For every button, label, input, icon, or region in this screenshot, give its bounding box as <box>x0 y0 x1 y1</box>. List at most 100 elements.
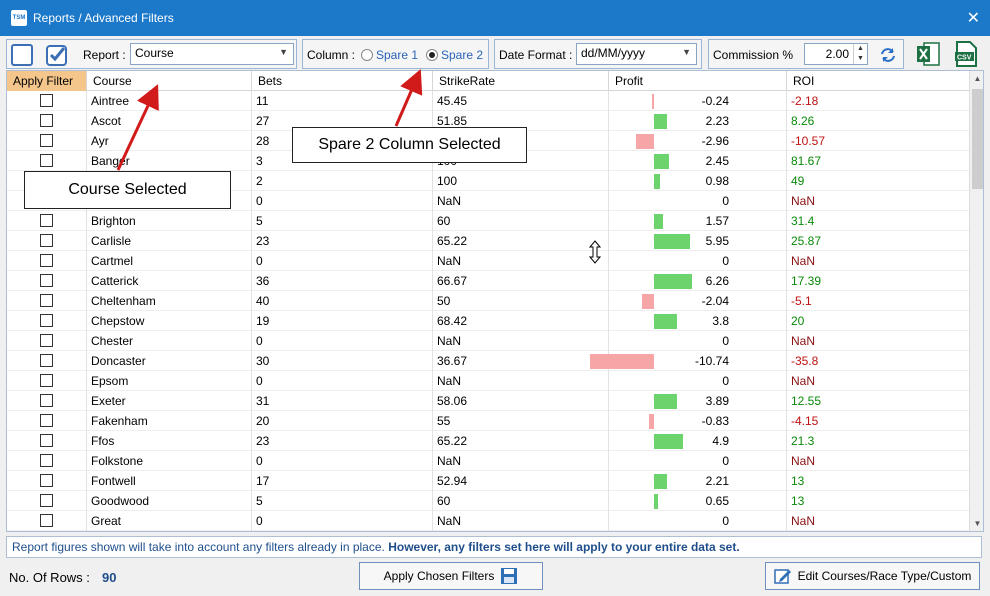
profit-cell: 5.95 <box>609 231 787 251</box>
apply-filter-checkbox[interactable] <box>40 454 53 467</box>
profit-value: -0.83 <box>701 414 729 428</box>
apply-filter-checkbox[interactable] <box>40 434 53 447</box>
profit-bar <box>654 474 668 489</box>
bets-cell: 5 <box>252 491 433 511</box>
strikerate-cell: 60 <box>433 211 609 231</box>
profit-bar <box>641 294 654 309</box>
column-label: Column : <box>307 48 356 62</box>
apply-filter-checkbox[interactable] <box>40 494 53 507</box>
apply-filter-checkbox[interactable] <box>40 154 53 167</box>
commission-input[interactable]: 2.00 ▲ ▼ <box>804 43 868 65</box>
apply-filter-checkbox[interactable] <box>40 334 53 347</box>
table-row[interactable]: Catterick 36 66.67 6.26 17.39 <box>7 271 969 291</box>
apply-filter-checkbox[interactable] <box>40 214 53 227</box>
table-row[interactable]: Chepstow 19 68.42 3.8 20 <box>7 311 969 331</box>
profit-cell: 6.26 <box>609 271 787 291</box>
table-row[interactable]: Carlisle 23 65.22 5.95 25.87 <box>7 231 969 251</box>
checkbox-empty-icon[interactable] <box>11 44 33 66</box>
apply-filter-checkbox[interactable] <box>40 254 53 267</box>
table-row[interactable]: Doncaster 30 36.67 -10.74 -35.8 <box>7 351 969 371</box>
close-icon[interactable]: ✕ <box>967 8 980 28</box>
course-cell: Chepstow <box>87 311 252 331</box>
strikerate-cell: NaN <box>433 371 609 391</box>
apply-filter-checkbox[interactable] <box>40 274 53 287</box>
header-strikerate[interactable]: StrikeRate <box>433 71 609 91</box>
profit-cell: -0.24 <box>609 91 787 111</box>
table-row[interactable]: Fontwell 17 52.94 2.21 13 <box>7 471 969 491</box>
apply-filter-checkbox[interactable] <box>40 94 53 107</box>
profit-bar <box>649 414 654 429</box>
apply-filter-checkbox[interactable] <box>40 354 53 367</box>
apply-filters-button[interactable]: Apply Chosen Filters <box>359 562 543 590</box>
header-profit[interactable]: Profit <box>609 71 787 91</box>
spare2-label[interactable]: Spare 2 <box>441 48 483 62</box>
apply-filter-cell <box>7 231 87 251</box>
report-select[interactable]: Course ▼ <box>130 43 294 65</box>
table-row[interactable]: Ffos 23 65.22 4.9 21.3 <box>7 431 969 451</box>
table-row[interactable]: Chester 0 NaN 0 NaN <box>7 331 969 351</box>
course-cell: Chester <box>87 331 252 351</box>
table-row[interactable]: Exeter 31 58.06 3.89 12.55 <box>7 391 969 411</box>
date-format-group: Date Format : dd/MM/yyyy ▼ <box>494 39 702 69</box>
profit-bar <box>636 134 654 149</box>
roi-cell: 13 <box>791 474 805 488</box>
apply-filter-checkbox[interactable] <box>40 394 53 407</box>
scroll-thumb[interactable] <box>972 89 983 189</box>
apply-filter-checkbox[interactable] <box>40 474 53 487</box>
apply-filter-cell <box>7 111 87 131</box>
table-row[interactable]: Brighton 5 60 1.57 31.4 <box>7 211 969 231</box>
spare2-radio[interactable] <box>426 49 438 61</box>
table-row[interactable]: Folkstone 0 NaN 0 NaN <box>7 451 969 471</box>
csv-icon[interactable]: CSV <box>954 41 978 67</box>
profit-cell: 0 <box>609 191 787 211</box>
strikerate-cell: 60 <box>433 491 609 511</box>
apply-filter-cell <box>7 471 87 491</box>
roi-cell: 25.87 <box>791 234 822 248</box>
spare1-radio[interactable] <box>361 49 373 61</box>
strikerate-cell: NaN <box>433 191 609 211</box>
apply-filter-cell <box>7 131 87 151</box>
profit-cell: 0 <box>609 331 787 351</box>
checkbox-checked-icon[interactable] <box>45 43 69 67</box>
strikerate-cell: 45.45 <box>433 91 609 111</box>
table-row[interactable]: Fakenham 20 55 -0.83 -4.15 <box>7 411 969 431</box>
scroll-up-icon[interactable]: ▲ <box>970 71 983 86</box>
header-bets[interactable]: Bets <box>252 71 433 91</box>
table-row[interactable]: Cheltenham 40 50 -2.04 -5.1 <box>7 291 969 311</box>
header-course[interactable]: Course <box>87 71 252 91</box>
apply-filter-checkbox[interactable] <box>40 234 53 247</box>
apply-filter-checkbox[interactable] <box>40 114 53 127</box>
profit-cell: 4.9 <box>609 431 787 451</box>
spare1-label[interactable]: Spare 1 <box>376 48 418 62</box>
info-normal-text: Report figures shown will take into acco… <box>12 540 389 554</box>
header-apply-filter[interactable]: Apply Filter <box>7 71 87 91</box>
table-row[interactable]: Aintree 11 45.45 -0.24 -2.18 <box>7 91 969 111</box>
callout-spare2-selected: Spare 2 Column Selected <box>292 127 527 163</box>
apply-filter-checkbox[interactable] <box>40 134 53 147</box>
bets-cell: 40 <box>252 291 433 311</box>
apply-filter-cell <box>7 371 87 391</box>
date-format-select[interactable]: dd/MM/yyyy ▼ <box>576 43 697 65</box>
apply-filter-checkbox[interactable] <box>40 374 53 387</box>
table-row[interactable]: Goodwood 5 60 0.65 13 <box>7 491 969 511</box>
apply-filter-checkbox[interactable] <box>40 514 53 527</box>
table-row[interactable]: Epsom 0 NaN 0 NaN <box>7 371 969 391</box>
apply-filter-checkbox[interactable] <box>40 414 53 427</box>
excel-icon[interactable] <box>916 41 940 67</box>
commission-group: Commission % 2.00 ▲ ▼ <box>708 39 904 69</box>
course-cell: Cheltenham <box>87 291 252 311</box>
apply-filter-checkbox[interactable] <box>40 294 53 307</box>
table-row[interactable]: Great 0 NaN 0 NaN <box>7 511 969 531</box>
apply-filter-checkbox[interactable] <box>40 314 53 327</box>
scroll-down-icon[interactable]: ▼ <box>970 516 983 531</box>
bets-cell: 0 <box>252 371 433 391</box>
refresh-icon[interactable] <box>879 46 897 64</box>
commission-spinner[interactable]: ▲ ▼ <box>853 44 867 64</box>
bets-cell: 0 <box>252 511 433 531</box>
edit-courses-button[interactable]: Edit Courses/Race Type/Custom <box>765 562 980 590</box>
profit-cell: 2.23 <box>609 111 787 131</box>
table-row[interactable]: Cartmel 0 NaN 0 NaN <box>7 251 969 271</box>
vertical-scrollbar[interactable]: ▲ ▼ <box>969 71 983 531</box>
header-roi[interactable]: ROI <box>787 71 969 91</box>
profit-cell: 0.98 <box>609 171 787 191</box>
